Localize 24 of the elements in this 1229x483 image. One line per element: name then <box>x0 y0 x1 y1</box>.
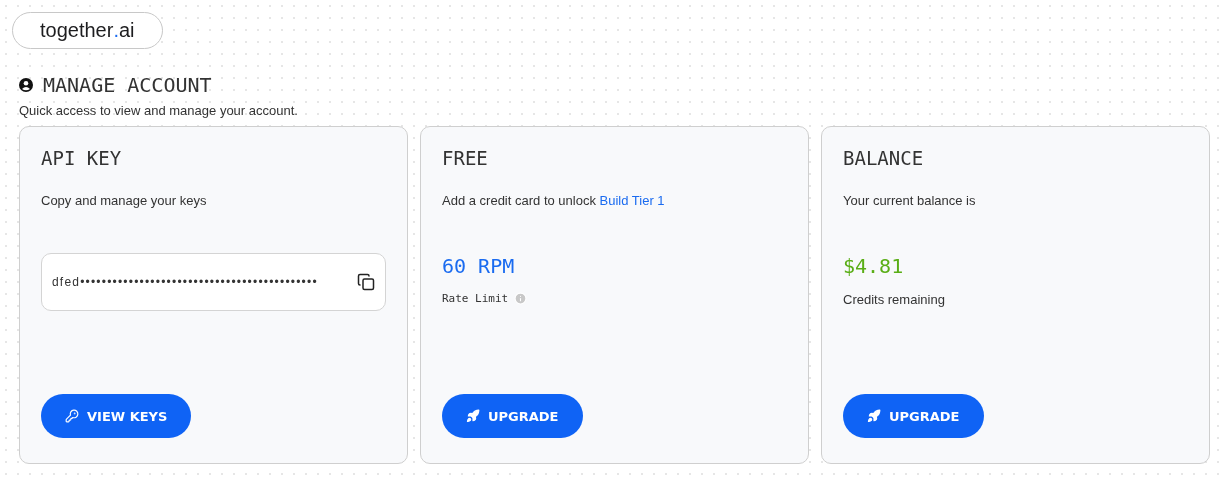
section-title: MANAGE ACCOUNT <box>43 73 212 97</box>
card-title: FREE <box>442 147 489 169</box>
user-icon <box>19 78 33 92</box>
key-icon <box>65 409 79 423</box>
copy-icon[interactable] <box>357 273 375 291</box>
view-keys-button[interactable]: VIEW KEYS <box>41 394 192 438</box>
tier-link[interactable]: Build Tier 1 <box>599 193 665 208</box>
card-title: BALANCE <box>843 147 925 169</box>
api-key-field[interactable]: dfed•••••••••••••••••••••••••••••••••••••••••••• <box>41 253 386 311</box>
card-description: Copy and manage your keys <box>41 193 208 208</box>
section-subtitle: Quick access to view and manage your account. <box>19 103 299 118</box>
rate-label: Rate Limit <box>442 292 509 305</box>
upgrade-button[interactable]: UPGRADE <box>843 394 984 438</box>
rocket-icon <box>867 409 881 423</box>
balance-value: $4.81 <box>843 254 905 278</box>
balance-label: Credits remaining <box>843 292 945 307</box>
rocket-icon <box>466 409 480 423</box>
card-title: API KEY <box>41 147 123 169</box>
rate-value: 60 RPM <box>442 254 516 278</box>
card-description: Your current balance is <box>843 193 977 208</box>
upgrade-button[interactable]: UPGRADE <box>442 394 583 438</box>
card-description: Add a credit card to unlock Build Tier 1 <box>442 193 666 208</box>
api-key-text: dfed•••••••••••••••••••••••••••••••••••••••••••• <box>52 275 318 289</box>
logo[interactable]: together.ai <box>12 12 163 49</box>
